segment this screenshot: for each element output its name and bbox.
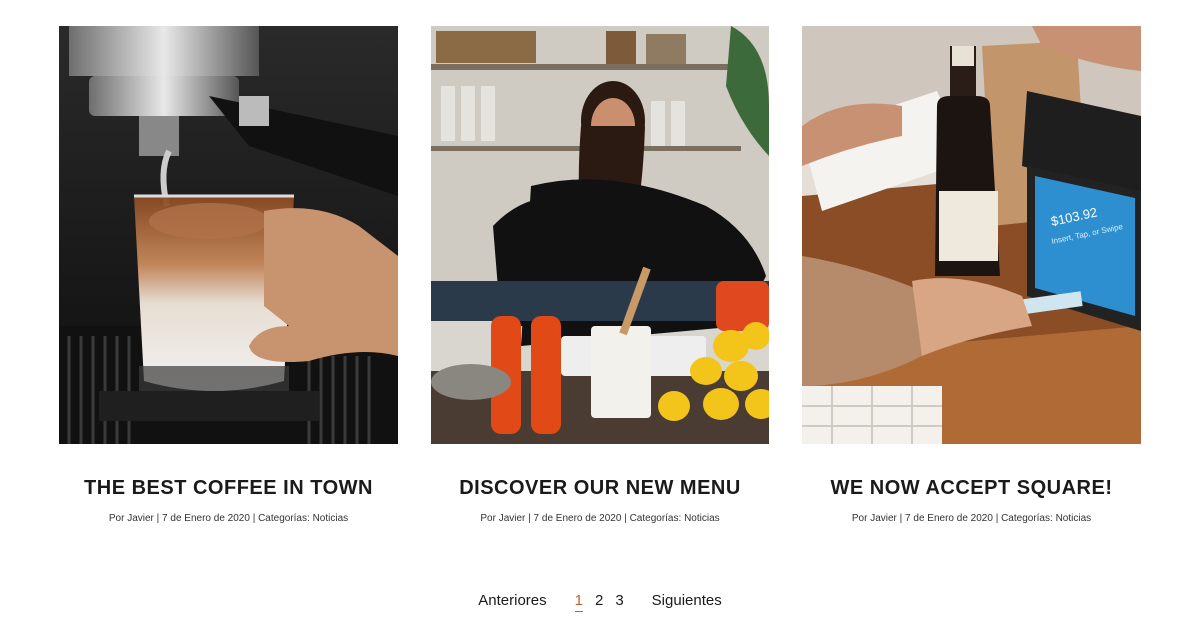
meta-separator: | [252,513,256,524]
post-title[interactable]: THE BEST COFFEE IN TOWN [59,477,398,500]
coffee-illustration [59,26,398,444]
pagination-prev-link[interactable]: Anteriores [478,592,546,609]
pagination-next-link[interactable]: Siguientes [652,592,722,609]
post-meta: Por Javier | 7 de Enero de 2020 | Catego… [59,513,398,524]
post-card: $103.92 Insert, Tap, or Swipe WE NOW ACC… [802,26,1141,524]
meta-prefix: Por [851,513,868,524]
pagination: Anteriores 1 2 3 Siguientes [0,592,1200,612]
meta-separator: | [995,513,999,524]
post-image-coffee[interactable] [59,26,398,444]
meta-separator: | [899,513,903,524]
kitchen-illustration [431,26,769,444]
meta-prefix: Por [480,513,496,524]
author-link[interactable]: Javier [127,513,154,524]
meta-separator: | [624,513,627,524]
post-title[interactable]: DISCOVER OUR NEW MENU [431,477,769,500]
meta-separator: | [528,513,531,524]
post-meta: Por Javier | 7 de Enero de 2020 | Catego… [802,513,1141,524]
categories-label: Categorías: [629,513,682,524]
blog-page: THE BEST COFFEE IN TOWN Por Javier | 7 d… [0,0,1200,630]
post-date: 7 de Enero de 2020 [905,513,993,524]
post-image-kitchen[interactable] [431,26,769,444]
categories-label: Categorías: [1001,513,1053,524]
payment-illustration: $103.92 Insert, Tap, or Swipe [802,26,1141,444]
pagination-page-3[interactable]: 3 [615,592,623,609]
categories-label: Categorías: [258,513,310,524]
category-link[interactable]: Noticias [684,513,720,524]
post-date: 7 de Enero de 2020 [533,513,622,524]
post-date: 7 de Enero de 2020 [162,513,250,524]
meta-prefix: Por [108,513,125,524]
category-link[interactable]: Noticias [1056,513,1092,524]
post-card: DISCOVER OUR NEW MENU Por Javier | 7 de … [431,26,769,524]
meta-separator: | [156,513,160,524]
post-card: THE BEST COFFEE IN TOWN Por Javier | 7 d… [59,26,398,524]
post-meta: Por Javier | 7 de Enero de 2020 | Catego… [431,513,769,524]
author-link[interactable]: Javier [499,513,526,524]
pagination-page-1[interactable]: 1 [574,592,583,612]
author-link[interactable]: Javier [870,513,897,524]
post-image-payment[interactable]: $103.92 Insert, Tap, or Swipe [802,26,1141,444]
post-title[interactable]: WE NOW ACCEPT SQUARE! [802,477,1141,500]
pagination-page-2[interactable]: 2 [595,592,603,609]
category-link[interactable]: Noticias [313,513,349,524]
